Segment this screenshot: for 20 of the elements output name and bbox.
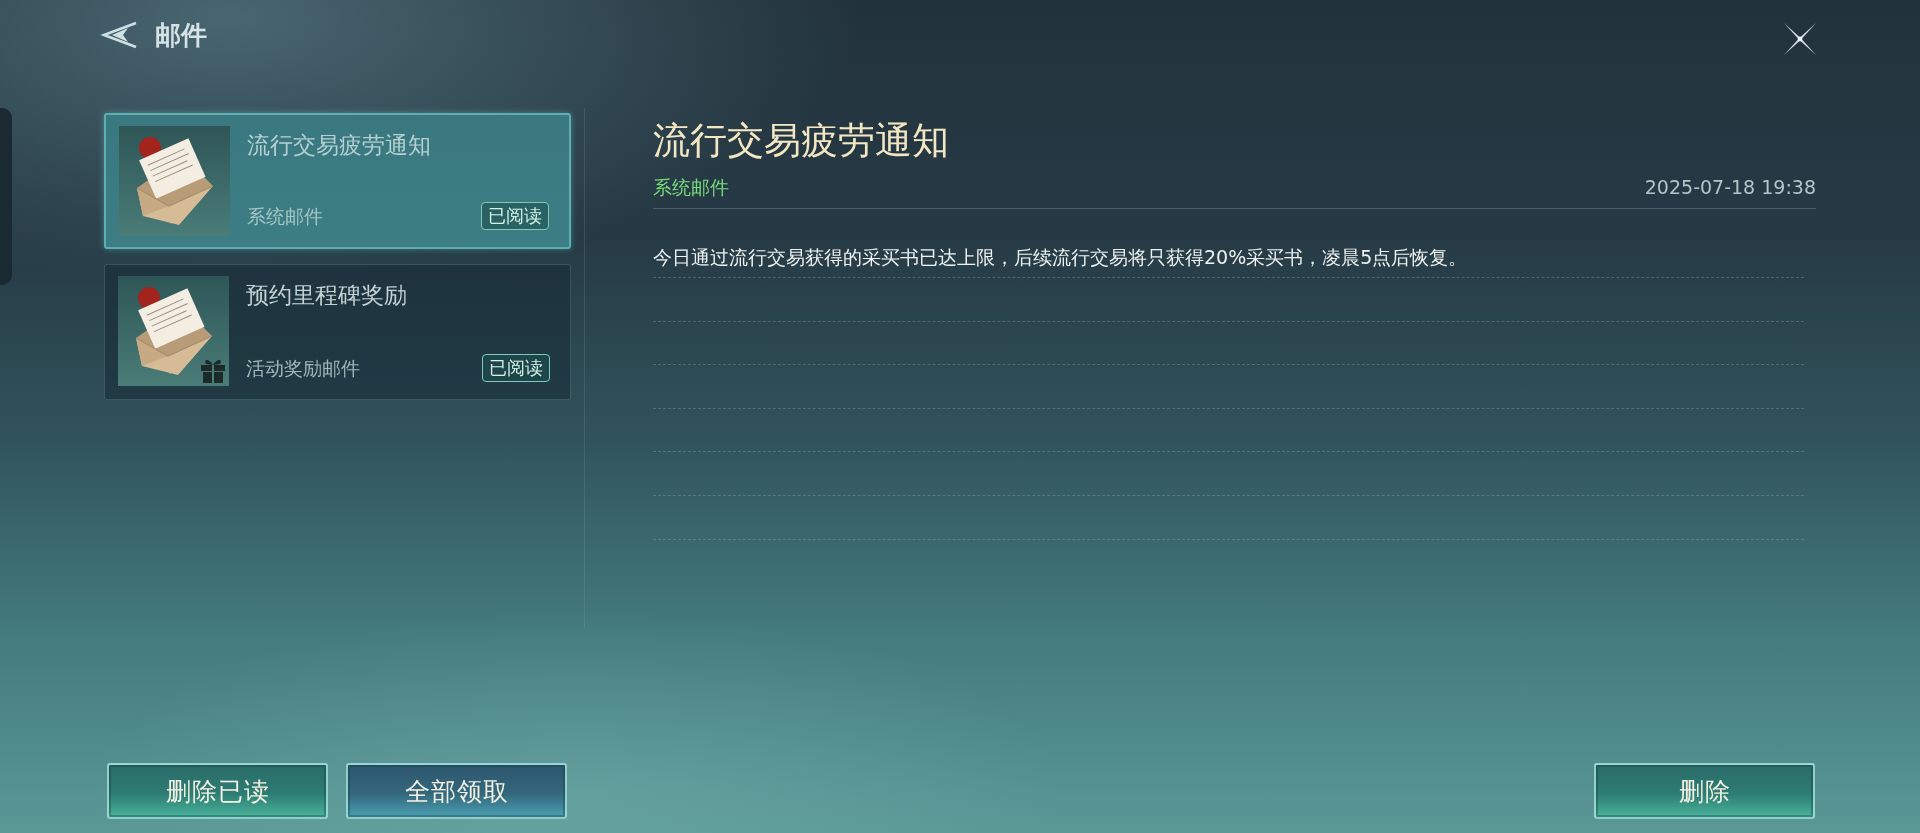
mail-category: 活动奖励邮件 xyxy=(246,356,360,380)
envelope-icon xyxy=(118,276,229,386)
mail-list-item[interactable]: 预约里程碑奖励 活动奖励邮件 已阅读 xyxy=(104,264,571,400)
mail-category: 系统邮件 xyxy=(247,204,323,228)
mail-title: 流行交易疲劳通知 xyxy=(247,131,432,159)
mail-category-label: 系统邮件 xyxy=(653,175,729,200)
delete-button[interactable]: 删除 xyxy=(1594,763,1815,819)
drawer-handle[interactable] xyxy=(0,108,12,285)
envelope-icon xyxy=(119,126,230,236)
read-status-badge: 已阅读 xyxy=(482,354,550,382)
mail-list-item[interactable]: 流行交易疲劳通知 系统邮件 已阅读 xyxy=(104,113,571,249)
mail-date: 2025-07-18 19:38 xyxy=(1644,175,1816,200)
action-button[interactable]: 全部领取 xyxy=(346,763,567,819)
action-button[interactable]: 删除已读 xyxy=(107,763,328,819)
mail-subject: 流行交易疲劳通知 xyxy=(653,118,950,164)
close-icon[interactable] xyxy=(1782,22,1818,56)
mail-title: 预约里程碑奖励 xyxy=(246,281,408,309)
mail-body-text: 今日通过流行交易获得的采买书已达上限，后续流行交易将只获得20%采买书，凌晨5点后恢复。 xyxy=(653,245,1468,270)
read-status-badge: 已阅读 xyxy=(481,202,549,230)
page-title: 邮件 xyxy=(155,19,207,51)
